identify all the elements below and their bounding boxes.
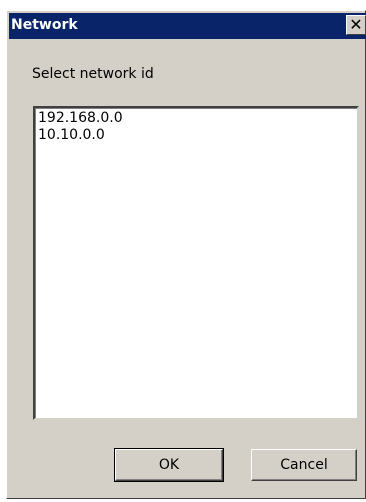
network-id-listbox[interactable]: 192.168.0.0 10.10.0.0 xyxy=(33,106,359,420)
network-list-item[interactable]: 192.168.0.0 xyxy=(38,110,354,127)
network-dialog: Network ✕ Select network id 192.168.0.0 … xyxy=(6,10,366,499)
select-network-label: Select network id xyxy=(32,66,154,82)
cancel-button[interactable]: Cancel xyxy=(251,449,357,481)
close-icon[interactable]: ✕ xyxy=(346,15,366,35)
ok-button[interactable]: OK xyxy=(114,448,224,482)
window-title: Network xyxy=(11,17,78,33)
network-list-item[interactable]: 10.10.0.0 xyxy=(38,127,354,144)
title-bar[interactable]: Network ✕ xyxy=(9,13,366,39)
